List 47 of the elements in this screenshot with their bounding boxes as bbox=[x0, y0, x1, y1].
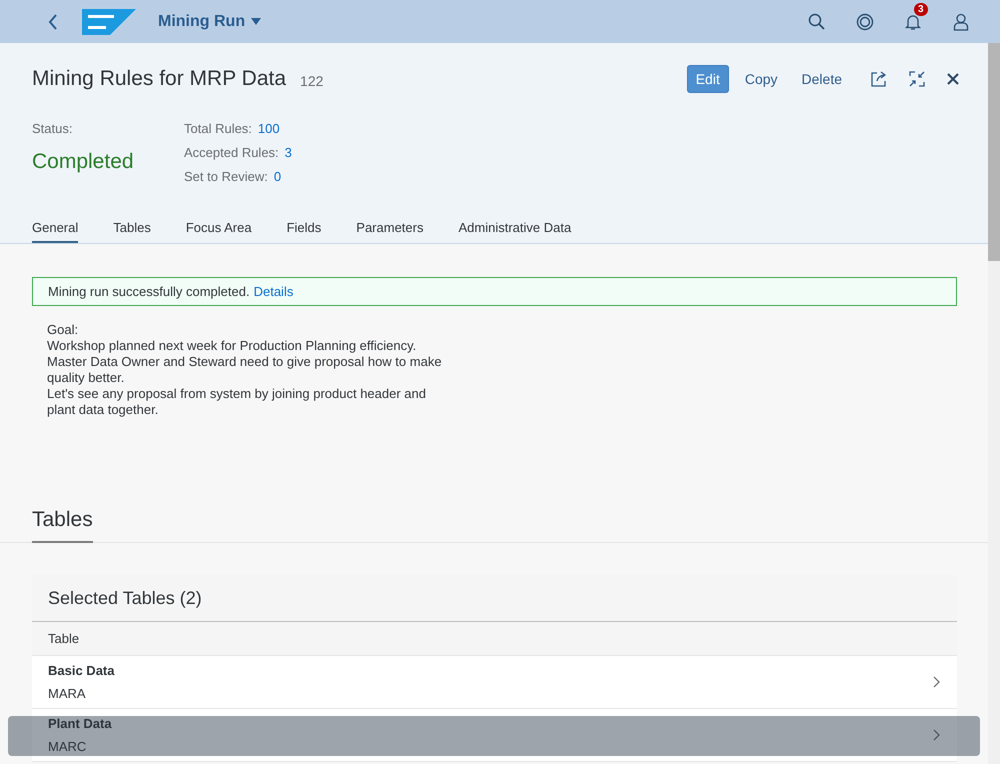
goal-text: Let's see any proposal from system by joining product header and plant data together. bbox=[47, 386, 427, 418]
chevron-icon bbox=[933, 729, 941, 741]
kpi-label: Accepted Rules: bbox=[184, 145, 279, 160]
object-count: 122 bbox=[300, 73, 324, 89]
column-header: Table bbox=[48, 631, 80, 646]
action-button[interactable]: Copy bbox=[736, 66, 786, 92]
action-button[interactable]: Delete bbox=[794, 66, 850, 92]
search-icon[interactable] bbox=[808, 12, 826, 30]
goal-text: Workshop planned next week for Production Planning efficiency. bbox=[47, 338, 418, 354]
table-name: Basic Data bbox=[48, 663, 116, 678]
notification-icon[interactable] bbox=[904, 12, 922, 30]
kpi-label: Set to Review: bbox=[184, 169, 268, 184]
collapse-icon[interactable] bbox=[908, 70, 926, 88]
tab[interactable]: Parameters bbox=[356, 214, 424, 243]
kpi-link[interactable]: 0 bbox=[274, 169, 282, 184]
tab[interactable]: Administrative Data bbox=[458, 214, 572, 243]
goal-text: Master Data Owner and Steward need to give proposal how to make quality better. bbox=[47, 354, 443, 386]
app-title-menu[interactable]: Mining Run bbox=[158, 12, 262, 30]
table-code: MARA bbox=[48, 686, 87, 701]
table-title: Selected Tables (2) bbox=[48, 588, 202, 608]
logo-icon[interactable] bbox=[82, 8, 136, 34]
page-title: Mining Rules for MRP Data bbox=[32, 67, 286, 91]
close-icon[interactable] bbox=[946, 72, 960, 86]
kpi-link[interactable]: 3 bbox=[284, 145, 292, 160]
status-value: Completed bbox=[32, 150, 135, 174]
scroll-thumb[interactable] bbox=[988, 43, 1000, 261]
tab[interactable]: General bbox=[32, 214, 78, 243]
table-name: Plant Data bbox=[48, 716, 113, 731]
tab[interactable]: Focus Area bbox=[186, 214, 252, 243]
section-title: Tables bbox=[32, 508, 93, 543]
message-text: Mining run successfully completed. bbox=[48, 284, 250, 299]
kpi-label: Total Rules: bbox=[184, 121, 252, 136]
scrollbar[interactable] bbox=[988, 43, 1000, 764]
user-icon[interactable] bbox=[952, 12, 970, 30]
tab[interactable]: Fields bbox=[286, 214, 322, 243]
share-icon[interactable] bbox=[870, 70, 888, 88]
table-code: MARC bbox=[48, 739, 88, 754]
caret-icon bbox=[251, 18, 262, 25]
details-link[interactable]: Details bbox=[254, 284, 294, 299]
status-label: Status: bbox=[32, 121, 74, 136]
notification-badge: 3 bbox=[914, 2, 928, 16]
back-icon[interactable] bbox=[48, 14, 58, 30]
kpi-link[interactable]: 100 bbox=[258, 121, 280, 136]
tab[interactable]: Tables bbox=[113, 214, 151, 243]
action-button[interactable]: Edit bbox=[686, 65, 729, 93]
goal-label: Goal: bbox=[47, 322, 80, 338]
chevron-icon bbox=[933, 676, 941, 688]
